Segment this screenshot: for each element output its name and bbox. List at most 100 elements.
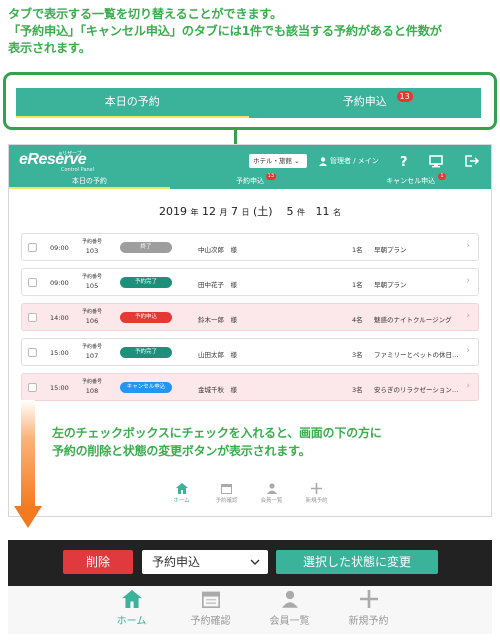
user-icon bbox=[319, 156, 327, 166]
mini-nav-reservations[interactable]: 予約確認 bbox=[204, 479, 249, 513]
row-resno-label: 予約番号 bbox=[82, 239, 103, 245]
row-guest: 山田太郎 様 bbox=[198, 351, 237, 359]
row-time: 15:00 bbox=[50, 349, 69, 357]
plus-icon bbox=[359, 590, 378, 608]
monitor-icon[interactable] bbox=[427, 153, 445, 169]
status-badge: 予約申込 bbox=[120, 312, 172, 323]
app-tab-bar: 本日の予約 予約申込 13 キャンセル申込 1 bbox=[9, 173, 491, 189]
row-time: 09:00 bbox=[50, 244, 69, 252]
row-checkbox[interactable] bbox=[28, 243, 37, 252]
hotel-select-value: ホテル・旅館 bbox=[253, 157, 292, 165]
callout-tab-apply-label: 予約申込 bbox=[342, 95, 387, 108]
home-icon bbox=[175, 483, 188, 494]
callout-tab-today-label: 本日の予約 bbox=[104, 95, 160, 108]
callout-tab-bar: 本日の予約 予約申込 13 bbox=[16, 88, 481, 118]
date-month: 12 bbox=[201, 205, 216, 218]
date-year-unit: 年 bbox=[190, 208, 199, 217]
row-checkbox[interactable] bbox=[28, 313, 37, 322]
callout-tab-today[interactable]: 本日の予約 bbox=[16, 88, 249, 118]
row-reservation-number: 予約番号 108 bbox=[82, 378, 102, 396]
row-resno-value: 107 bbox=[85, 352, 99, 360]
reservation-row[interactable]: 15:00 予約番号 108 キャンセル申込 金城千秋 様 3名 安らぎのリラクゼ… bbox=[21, 373, 479, 401]
row-people: 3名 bbox=[352, 386, 363, 394]
row-reservation-number: 予約番号 107 bbox=[82, 343, 102, 361]
mini-nav-home-label: ホーム bbox=[173, 498, 190, 504]
intro-text: タブで表示する一覧を切り替えることができます。 「予約申込」「キャンセル申込」の… bbox=[8, 6, 496, 57]
mini-nav-new[interactable]: 新規予約 bbox=[294, 479, 339, 513]
row-people: 1名 bbox=[352, 246, 363, 254]
mini-nav-home[interactable]: ホーム bbox=[159, 479, 204, 513]
tab-apply-label: 予約申込 bbox=[236, 177, 264, 185]
tab-today[interactable]: 本日の予約 bbox=[9, 173, 170, 189]
mini-nav-new-label: 新規予約 bbox=[305, 498, 328, 504]
row-checkbox[interactable] bbox=[28, 348, 37, 357]
nav-new-reservation[interactable]: 新規予約 bbox=[329, 586, 408, 634]
date-people-unit: 名 bbox=[333, 208, 342, 217]
row-resno-label: 予約番号 bbox=[82, 379, 103, 385]
user-label: 管理者 / メイン bbox=[330, 157, 379, 165]
tab-apply[interactable]: 予約申込 13 bbox=[170, 173, 331, 189]
row-plan: ファミリーとペットの休日… bbox=[374, 351, 459, 359]
plus-icon bbox=[311, 483, 322, 494]
callout-apply-badge: 13 bbox=[396, 91, 413, 102]
status-select[interactable]: 予約申込 bbox=[142, 550, 268, 574]
row-time: 15:00 bbox=[50, 384, 69, 392]
down-arrow-icon bbox=[14, 400, 42, 528]
nav-new-reservation-label: 新規予約 bbox=[348, 616, 389, 627]
row-guest: 鈴木一郎 様 bbox=[198, 316, 237, 324]
chevron-right-icon: › bbox=[466, 381, 470, 391]
bulk-action-bar: 削除 予約申込 選択した状態に変更 bbox=[8, 540, 492, 586]
mini-nav-members[interactable]: 会員一覧 bbox=[249, 479, 294, 513]
row-time: 14:00 bbox=[50, 314, 69, 322]
row-checkbox[interactable] bbox=[28, 278, 37, 287]
chevron-down-icon bbox=[250, 559, 260, 565]
bottom-nav: ホーム 予約確認 会員一覧 新規予約 bbox=[8, 586, 492, 634]
date-count: 5 bbox=[286, 205, 294, 218]
row-resno-value: 105 bbox=[85, 282, 99, 290]
date-weekday: (土) bbox=[252, 205, 273, 218]
checkbox-note-line-1: 左のチェックボックスにチェックを入れると、画面の下の方に bbox=[52, 426, 382, 440]
row-checkbox[interactable] bbox=[28, 383, 37, 392]
nav-members[interactable]: 会員一覧 bbox=[250, 586, 329, 634]
user-menu[interactable]: 管理者 / メイン bbox=[319, 154, 379, 168]
app-header: eReserve eリザーブ Control Panel ホテル・旅館 ⌄ 管理… bbox=[9, 145, 491, 189]
nav-home[interactable]: ホーム bbox=[92, 586, 171, 634]
calendar-icon bbox=[201, 591, 220, 608]
chevron-right-icon: › bbox=[466, 241, 470, 251]
row-guest: 中山次郎 様 bbox=[198, 246, 237, 254]
svg-text:?: ? bbox=[400, 155, 408, 169]
intro-line-2: 「予約申込」「キャンセル申込」のタブには1件でも該当する予約があると件数が bbox=[8, 24, 442, 38]
reservation-row[interactable]: 15:00 予約番号 107 予約完了 山田太郎 様 3名 ファミリーとペットの休… bbox=[21, 338, 479, 366]
row-plan: 安らぎのリラクゼーション… bbox=[374, 386, 459, 394]
tab-cancel-label: キャンセル申込 bbox=[386, 177, 436, 185]
question-icon[interactable]: ? bbox=[395, 153, 413, 169]
status-badge: 予約完了 bbox=[120, 277, 172, 288]
tab-cancel[interactable]: キャンセル申込 1 bbox=[330, 173, 491, 189]
row-time: 09:00 bbox=[50, 279, 69, 287]
status-badge: 予約完了 bbox=[120, 347, 172, 358]
calendar-icon bbox=[221, 484, 232, 494]
change-status-button[interactable]: 選択した状態に変更 bbox=[276, 550, 438, 574]
nav-reservations[interactable]: 予約確認 bbox=[171, 586, 250, 634]
callout-tab-apply[interactable]: 予約申込 13 bbox=[249, 88, 482, 118]
date-day-unit: 日 bbox=[241, 208, 250, 217]
date-people: 11 bbox=[315, 205, 330, 218]
delete-button[interactable]: 削除 bbox=[63, 550, 133, 574]
home-icon bbox=[121, 590, 142, 608]
row-resno-label: 予約番号 bbox=[82, 274, 103, 280]
row-guest: 金城千秋 様 bbox=[198, 386, 237, 394]
logo-subtitle: eリザーブ bbox=[59, 151, 82, 157]
hotel-select[interactable]: ホテル・旅館 ⌄ bbox=[249, 154, 307, 168]
member-icon bbox=[281, 590, 298, 608]
reservation-row[interactable]: 09:00 予約番号 105 予約完了 田中花子 様 1名 早朝プラン › bbox=[21, 268, 479, 296]
row-guest: 田中花子 様 bbox=[198, 281, 237, 289]
row-reservation-number: 予約番号 103 bbox=[82, 238, 102, 256]
member-icon bbox=[266, 483, 277, 494]
date-year: 2019 bbox=[158, 205, 187, 218]
reservation-row[interactable]: 14:00 予約番号 106 予約申込 鈴木一郎 様 4名 魅惑のナイトクルージン… bbox=[21, 303, 479, 331]
logout-icon[interactable] bbox=[463, 153, 481, 169]
reservation-row[interactable]: 09:00 予約番号 103 終了 中山次郎 様 1名 早朝プラン › bbox=[21, 233, 479, 261]
row-plan: 早朝プラン bbox=[374, 246, 407, 254]
nav-members-label: 会員一覧 bbox=[269, 616, 310, 627]
chevron-right-icon: › bbox=[466, 311, 470, 321]
